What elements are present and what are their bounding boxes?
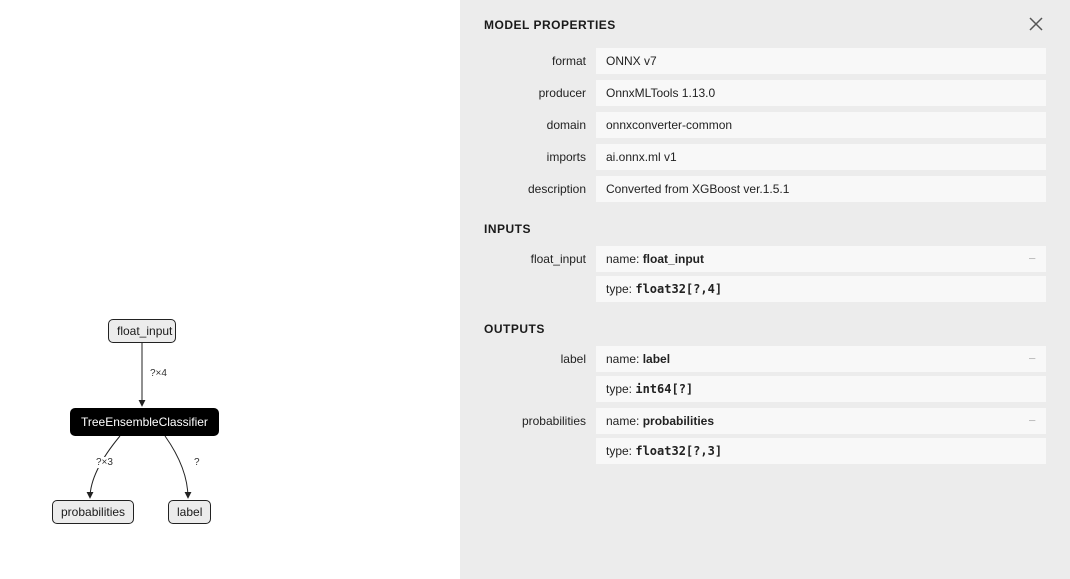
output-name-value: probabilities <box>643 414 714 428</box>
name-prefix: name: <box>606 414 643 428</box>
prop-row-imports: imports ai.onnx.ml v1 <box>484 144 1046 170</box>
properties-panel: MODEL PROPERTIES format ONNX v7 producer… <box>460 0 1070 579</box>
close-icon <box>1028 16 1044 32</box>
output-type-value: float32[?,3] <box>635 444 722 458</box>
close-button[interactable] <box>1028 16 1048 36</box>
collapse-icon[interactable]: − <box>1028 413 1036 428</box>
input-name[interactable]: name: float_input − <box>596 246 1046 272</box>
prop-row-format: format ONNX v7 <box>484 48 1046 74</box>
prop-row-domain: domain onnxconverter-common <box>484 112 1046 138</box>
type-prefix: type: <box>606 382 635 396</box>
node-label: probabilities <box>61 505 125 519</box>
name-prefix: name: <box>606 252 643 266</box>
prop-value[interactable]: ai.onnx.ml v1 <box>596 144 1046 170</box>
prop-value[interactable]: ONNX v7 <box>596 48 1046 74</box>
graph-canvas[interactable]: float_input ?×4 TreeEnsembleClassifier ?… <box>0 0 460 579</box>
prop-label: label <box>484 346 596 402</box>
edge-label-input: ?×4 <box>148 368 169 379</box>
graph-output-probabilities[interactable]: probabilities <box>52 500 134 524</box>
type-prefix: type: <box>606 282 635 296</box>
input-type-value: float32[?,4] <box>635 282 722 296</box>
prop-row-description: description Converted from XGBoost ver.1… <box>484 176 1046 202</box>
prop-label: float_input <box>484 246 596 302</box>
name-prefix: name: <box>606 352 643 366</box>
output-name[interactable]: name: probabilities − <box>596 408 1046 434</box>
output-name[interactable]: name: label − <box>596 346 1046 372</box>
prop-value[interactable]: Converted from XGBoost ver.1.5.1 <box>596 176 1046 202</box>
prop-label: probabilities <box>484 408 596 464</box>
section-title-inputs: INPUTS <box>484 222 1046 236</box>
output-row-probabilities: probabilities name: probabilities − type… <box>484 408 1046 464</box>
graph-output-label[interactable]: label <box>168 500 211 524</box>
input-name-value: float_input <box>643 252 704 266</box>
graph-input-node[interactable]: float_input <box>108 319 176 343</box>
prop-value[interactable]: OnnxMLTools 1.13.0 <box>596 80 1046 106</box>
prop-label: format <box>484 48 596 74</box>
graph-op-node[interactable]: TreeEnsembleClassifier <box>70 408 219 436</box>
node-label: float_input <box>117 324 172 338</box>
input-row-float_input: float_input name: float_input − type: fl… <box>484 246 1046 302</box>
edge-label-label: ? <box>192 457 202 468</box>
collapse-icon[interactable]: − <box>1028 351 1036 366</box>
panel-title: MODEL PROPERTIES <box>484 18 1046 32</box>
collapse-icon[interactable]: − <box>1028 251 1036 266</box>
graph-edges <box>0 0 460 579</box>
output-type-value: int64[?] <box>635 382 693 396</box>
prop-label: description <box>484 176 596 202</box>
type-prefix: type: <box>606 444 635 458</box>
prop-label: producer <box>484 80 596 106</box>
section-title-outputs: OUTPUTS <box>484 322 1046 336</box>
prop-label: domain <box>484 112 596 138</box>
prop-label: imports <box>484 144 596 170</box>
node-label: TreeEnsembleClassifier <box>81 415 208 429</box>
prop-row-producer: producer OnnxMLTools 1.13.0 <box>484 80 1046 106</box>
prop-value[interactable]: onnxconverter-common <box>596 112 1046 138</box>
output-name-value: label <box>643 352 670 366</box>
output-type[interactable]: type: int64[?] <box>596 376 1046 402</box>
edge-label-prob: ?×3 <box>94 457 115 468</box>
input-type[interactable]: type: float32[?,4] <box>596 276 1046 302</box>
output-row-label: label name: label − type: int64[?] <box>484 346 1046 402</box>
node-label: label <box>177 505 202 519</box>
output-type[interactable]: type: float32[?,3] <box>596 438 1046 464</box>
